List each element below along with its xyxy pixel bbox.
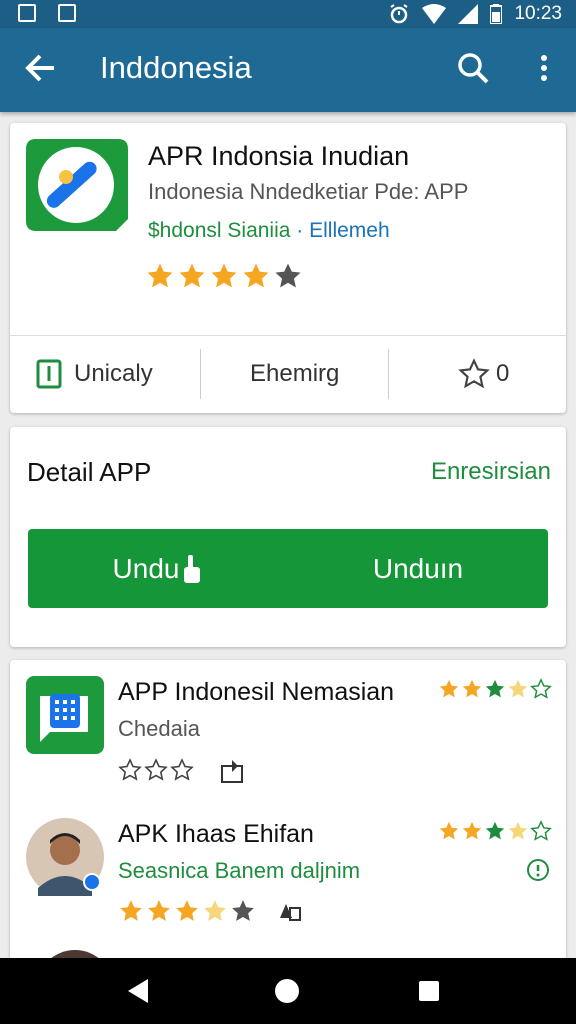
navigation-bar bbox=[0, 958, 576, 1024]
list-item-title: APP Indonesil Nemasian bbox=[118, 678, 395, 706]
star-icon bbox=[462, 821, 482, 840]
star-icon bbox=[176, 900, 198, 921]
list-item-rating bbox=[438, 678, 552, 700]
list-item-user-rating[interactable] bbox=[118, 756, 246, 784]
detail-title: Detail APP bbox=[27, 457, 152, 487]
detail-card: Detail APP Enresirsian Undu Unduın bbox=[10, 427, 566, 647]
star-icon bbox=[439, 821, 459, 840]
alarm-icon bbox=[390, 4, 409, 24]
nav-home-icon[interactable] bbox=[274, 978, 300, 1004]
app-name: APR Indonsia Inudian bbox=[148, 141, 410, 171]
list-item-rating bbox=[438, 820, 552, 842]
battery-icon bbox=[490, 4, 503, 24]
stat-label-1: Unicaly bbox=[74, 360, 153, 387]
half-star-icon bbox=[508, 821, 528, 840]
app-developer-line: $hdonsl Sianiia · Elllemeh bbox=[148, 219, 390, 243]
divider bbox=[200, 349, 201, 399]
status-time: 10:23 bbox=[514, 3, 562, 24]
star-outline-icon bbox=[170, 758, 194, 781]
image-notification-icon bbox=[58, 4, 76, 22]
star-icon bbox=[120, 900, 142, 921]
share-icon[interactable] bbox=[218, 756, 246, 784]
avatar bbox=[26, 818, 104, 896]
download-button[interactable]: Undu Unduın bbox=[28, 529, 548, 608]
info-icon[interactable] bbox=[526, 858, 550, 882]
back-arrow-icon[interactable] bbox=[22, 50, 58, 86]
star-outline-icon bbox=[458, 358, 490, 389]
app-rating-stars bbox=[145, 261, 303, 291]
badge-icon bbox=[36, 359, 62, 389]
stat-label-2: Ehemirg bbox=[250, 360, 340, 387]
list-item-subtitle: Seasnica Banem daljnim bbox=[118, 858, 361, 883]
list-item-stars bbox=[118, 898, 306, 924]
star-outline-icon bbox=[530, 820, 552, 841]
stat-label-3: 0 bbox=[496, 360, 510, 387]
page-title: Inddonesia bbox=[100, 50, 252, 85]
half-star-icon bbox=[204, 900, 226, 921]
list-item-subtitle: Chedaia bbox=[118, 716, 200, 741]
star-icon bbox=[148, 900, 170, 921]
app-subtitle: Indonesia Nndedketiar Pde: APP bbox=[148, 179, 469, 204]
separator: · bbox=[296, 219, 304, 242]
app-logo-icon bbox=[26, 139, 128, 231]
nav-back-icon[interactable] bbox=[124, 977, 150, 1005]
star-icon bbox=[232, 900, 254, 921]
list-item-title: APK Ihaas Ehifan bbox=[118, 820, 314, 848]
star-icon bbox=[147, 263, 173, 288]
star-outline-icon bbox=[530, 678, 552, 699]
wifi-icon bbox=[422, 4, 447, 24]
search-icon[interactable] bbox=[455, 50, 491, 86]
download-label-secondary: Unduın bbox=[372, 552, 464, 584]
star-icon bbox=[211, 263, 237, 288]
star-icon bbox=[439, 679, 459, 698]
half-star-icon bbox=[275, 263, 301, 288]
list-item[interactable]: APK Ihaas Ehifan Seasnica Banem daljnim bbox=[10, 802, 566, 932]
star-icon bbox=[462, 679, 482, 698]
stat-unicaly[interactable]: Unicaly bbox=[36, 335, 153, 413]
like-icon[interactable] bbox=[276, 898, 306, 924]
list-item[interactable]: APP Indonesil Nemasian Chedaia bbox=[10, 660, 566, 790]
category-link[interactable]: Elllemeh bbox=[309, 219, 390, 242]
star-outline-icon bbox=[118, 758, 142, 781]
developer-link[interactable]: $hdonsl Sianiia bbox=[148, 219, 290, 242]
half-star-icon bbox=[508, 679, 528, 698]
stat-favorites[interactable]: 0 bbox=[458, 335, 509, 413]
divider bbox=[388, 349, 389, 399]
detail-link[interactable]: Enresirsian bbox=[431, 458, 551, 486]
star-icon bbox=[485, 679, 505, 698]
stat-ehemirg[interactable]: Ehemirg bbox=[250, 335, 339, 413]
notification-icon bbox=[18, 4, 36, 22]
download-label: Undu bbox=[112, 552, 180, 584]
star-icon bbox=[243, 263, 269, 288]
star-icon bbox=[179, 263, 205, 288]
more-options-icon[interactable] bbox=[530, 50, 558, 86]
app-chat-icon bbox=[26, 676, 104, 754]
signal-icon bbox=[458, 4, 479, 24]
star-icon bbox=[485, 821, 505, 840]
app-bar: Inddonesia bbox=[0, 28, 576, 112]
app-header-card: APR Indonsia Inudian Indonesia Nndedketi… bbox=[10, 123, 566, 413]
related-apps-card: APP Indonesil Nemasian Chedaia APK Ihaas… bbox=[10, 660, 566, 990]
nav-recents-icon[interactable] bbox=[418, 980, 440, 1002]
star-outline-icon bbox=[144, 758, 168, 781]
status-bar: 10:23 bbox=[0, 0, 576, 28]
hand-pointer-icon bbox=[184, 554, 201, 583]
